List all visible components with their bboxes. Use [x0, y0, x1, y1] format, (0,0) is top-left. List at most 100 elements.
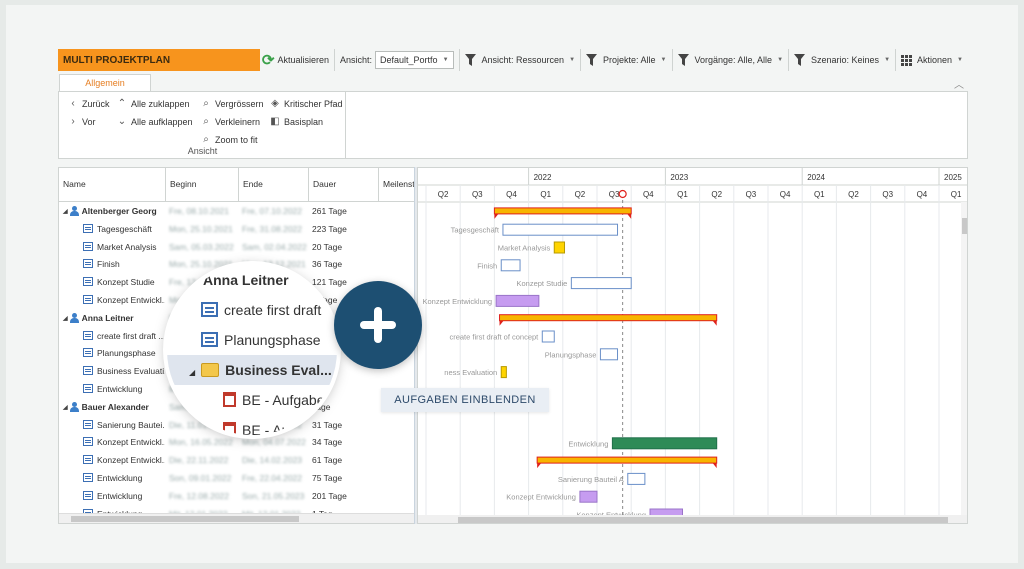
main-toolbar: MULTI PROJEKTPLAN ⟳ Aktualisieren Ansich… — [58, 48, 968, 72]
expand-plus-button[interactable] — [334, 281, 422, 369]
task-icon — [83, 223, 93, 233]
scrollbar-thumb[interactable] — [71, 516, 299, 522]
cell-end: Die, 14.02.2023 — [242, 455, 303, 466]
column-header-end[interactable]: Ende — [239, 168, 309, 201]
filter-tasks-button[interactable]: Vorgänge: Alle, Alle ▼ — [673, 49, 790, 71]
magnifier-row[interactable]: create first draft — [167, 295, 337, 325]
zoom-out-icon: ⌕ — [203, 116, 209, 127]
year-label: 2022 — [534, 173, 552, 182]
task-icon — [201, 332, 218, 347]
zoom-out-button[interactable]: ⌕ Verkleinern — [200, 116, 260, 127]
app-title: MULTI PROJEKTPLAN — [58, 49, 260, 71]
quarter-label: Q1 — [540, 190, 551, 199]
task-bar — [500, 259, 521, 272]
expand-toggle-icon[interactable]: ◢ — [63, 400, 68, 417]
cell-name: Konzept Studie — [59, 274, 165, 292]
calendar-icon — [223, 422, 236, 435]
magnifier-row[interactable]: Anna Leitner — [167, 265, 337, 295]
cell-name: Sanierung Bautei... — [59, 417, 165, 435]
gantt-canvas: Q2 Q3 Q4 Q1 Q2 Q3 Q4 Q1 Q2 Q3 Q4 Q1 Q2 Q3 Q4 Q1 2022 2023… — [418, 168, 967, 523]
zoom-fit-label: Zoom to fit — [215, 134, 258, 145]
cell-begin: Mon, 25.10.2021 — [169, 223, 233, 234]
view-dropdown[interactable]: Default_Portfo ▼ — [375, 51, 454, 69]
row-name-label: Anna Leitner — [81, 312, 134, 323]
tab-allgemein[interactable]: Allgemein — [59, 74, 151, 92]
task-row[interactable]: Konzept Entwickl... Mon, 16.05.2022 Mon, 0… — [59, 434, 414, 452]
expand-all-button[interactable]: ⌄ Alle aufklappen — [116, 116, 193, 127]
back-button[interactable]: ‹ Zurück — [67, 98, 109, 109]
bar-label: ness Evaluation — [444, 368, 497, 377]
task-row[interactable]: Market Analysis Sam, 05.03.2022 Sam, 02.04… — [59, 239, 414, 257]
task-bar — [553, 241, 566, 254]
summary-bar-cap — [537, 463, 542, 469]
quarter-label: Q4 — [643, 190, 654, 199]
expand-toggle-icon[interactable]: ◢ — [63, 311, 68, 328]
today-marker — [618, 189, 627, 199]
magnifier-row[interactable]: BE - Au — [167, 415, 337, 435]
expand-toggle-icon[interactable]: ◢ — [63, 204, 68, 221]
gantt-chart: Q2 Q3 Q4 Q1 Q2 Q3 Q4 Q1 Q2 Q3 Q4 Q1 Q2 Q3 Q4 Q1 2022 2023… — [417, 167, 968, 524]
resource-row[interactable]: ◢ Altenberger Georg Fre, 08.10.2021 Fre, 07… — [59, 203, 414, 221]
critical-path-label: Kritischer Pfad — [284, 98, 343, 109]
magnifier-row[interactable]: ◢ Business Eval... — [167, 355, 337, 385]
chevron-down-icon: ▼ — [777, 57, 784, 63]
summary-bar — [536, 456, 718, 464]
view-value: Default_Portfo — [380, 55, 438, 65]
column-header-begin[interactable]: Beginn — [166, 168, 239, 201]
gantt-vertical-scrollbar — [961, 202, 967, 515]
filter-tasks-label: Vorgänge: Alle, Alle — [694, 55, 773, 65]
cell-duration: 223 Tage — [312, 223, 347, 234]
grid-horizontal-scrollbar[interactable] — [59, 513, 414, 523]
expand-toggle-icon[interactable]: ◢ — [189, 368, 195, 377]
baseline-button[interactable]: ◧ Basisplan — [269, 116, 323, 127]
summary-bar-cap — [627, 213, 632, 219]
filter-view-button[interactable]: Ansicht: Ressourcen ▼ — [460, 49, 582, 71]
task-icon — [83, 437, 93, 447]
cell-duration: 201 Tage — [312, 490, 347, 501]
row-name-label: Konzept Entwickl... — [97, 295, 165, 305]
row-name-label: Altenberger Georg — [81, 206, 157, 216]
summary-bar — [499, 314, 718, 322]
cell-begin: Die, 22.11.2022 — [169, 455, 229, 466]
filter-projects-button[interactable]: Projekte: Alle ▼ — [581, 49, 673, 71]
refresh-button[interactable]: ⟳ Aktualisieren — [260, 49, 335, 71]
magnifier-row[interactable]: BE - Aufgabe — [167, 385, 337, 415]
quarter-label: Q4 — [917, 190, 928, 199]
column-header-duration[interactable]: Dauer — [309, 168, 379, 201]
cell-name: Finish — [59, 256, 165, 274]
task-row[interactable]: Entwicklung Son, 09.01.2022 Fre, 22.04.202… — [59, 470, 414, 488]
zoom-fit-icon: ⌕ — [203, 134, 209, 145]
cell-name: Konzept Entwickl... — [59, 292, 165, 310]
summary-bar — [493, 207, 632, 215]
forward-button[interactable]: › Vor — [67, 116, 95, 127]
task-row[interactable]: Entwicklung Fre, 12.08.2022 Son, 21.05.202… — [59, 488, 414, 506]
magnifier-row-label: Business Eval... — [225, 362, 332, 378]
chevron-down-icon: ▼ — [569, 57, 576, 63]
collapse-all-button[interactable]: ⌃ Alle zuklappen — [116, 98, 190, 109]
cell-end: Sam, 02.04.2022 — [242, 241, 307, 252]
task-bar — [502, 223, 619, 236]
magnifier-row-label: BE - Au — [242, 422, 290, 435]
cell-name: Entwicklung — [59, 470, 165, 488]
quarter-label: Q1 — [951, 190, 962, 199]
row-name-label: Planungsphase — [97, 348, 156, 359]
task-row[interactable]: Tagesgeschäft Mon, 25.10.2021 Fre, 31.08.2… — [59, 221, 414, 239]
row-name-label: Business Evaluati... — [97, 366, 165, 377]
actions-button[interactable]: Aktionen ▼ — [896, 49, 968, 71]
chevron-up-icon[interactable]: ︿ — [954, 76, 964, 91]
cell-duration: 75 Tage — [312, 473, 343, 483]
cell-name: Business Evaluati... — [59, 363, 165, 381]
column-header-name[interactable]: Name — [59, 168, 166, 201]
magnifier-row[interactable]: Planungsphase — [167, 325, 337, 355]
magnifier-row-label: Anna Leitner — [203, 272, 289, 288]
task-row[interactable]: Konzept Entwickl... Die, 22.11.2022 Die, 1… — [59, 452, 414, 470]
cell-name: ◢ Anna Leitner — [59, 310, 165, 328]
filter-projects-label: Projekte: Alle — [603, 55, 656, 65]
critical-path-button[interactable]: ◈ Kritischer Pfad — [269, 98, 343, 109]
cell-name: Konzept Entwickl... — [59, 452, 165, 470]
filter-scenario-button[interactable]: Szenario: Keines ▼ — [789, 49, 897, 71]
column-header-milestone[interactable]: Meilenste — [379, 168, 414, 201]
zoom-in-button[interactable]: ⌕ Vergrössern — [200, 98, 263, 109]
chevron-left-icon: ‹ — [71, 98, 75, 109]
zoom-fit-button[interactable]: ⌕ Zoom to fit — [200, 134, 258, 145]
